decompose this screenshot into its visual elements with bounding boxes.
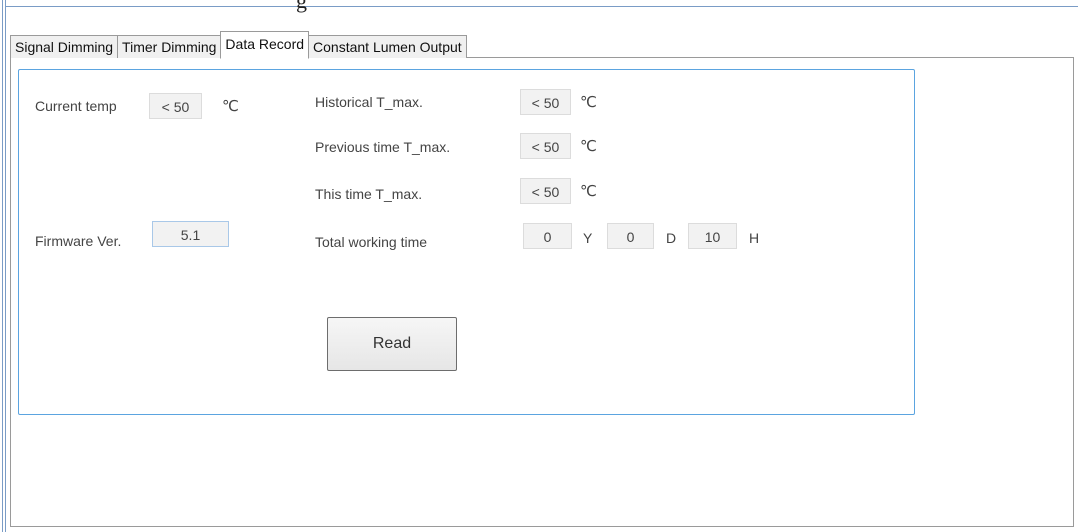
celsius-unit: ℃: [222, 98, 239, 115]
hours-unit: H: [749, 230, 760, 246]
read-button[interactable]: Read: [327, 317, 457, 371]
years-unit: Y: [583, 230, 593, 246]
window-frame-line: [5, 0, 6, 532]
this-tmax-field: < 50: [520, 178, 571, 204]
celsius-unit: ℃: [580, 183, 597, 200]
total-working-time-label: Total working time: [315, 234, 428, 250]
working-years-field: 0: [523, 223, 572, 249]
current-temp-field: < 50: [149, 93, 202, 119]
tab-bar: Signal Dimming Timer Dimming Data Record…: [10, 31, 467, 59]
current-temp-label: Current temp: [35, 98, 117, 114]
tab-signal-dimming[interactable]: Signal Dimming: [10, 35, 119, 58]
celsius-unit: ℃: [580, 94, 597, 111]
tab-constant-lumen-output[interactable]: Constant Lumen Output: [308, 35, 467, 58]
previous-tmax-field: < 50: [520, 133, 571, 159]
tab-timer-dimming[interactable]: Timer Dimming: [117, 35, 222, 58]
app-window: g Signal Dimming Timer Dimming Data Reco…: [0, 0, 1078, 532]
this-tmax-label: This time T_max.: [315, 186, 423, 202]
data-record-group: Current temp < 50 ℃ Firmware Ver. 5.1 Hi…: [18, 69, 915, 415]
working-hours-field: 10: [688, 223, 737, 249]
tab-data-record[interactable]: Data Record: [220, 31, 310, 59]
previous-tmax-label: Previous time T_max.: [315, 139, 451, 155]
working-days-field: 0: [607, 223, 654, 249]
window-top-rule: [6, 6, 1078, 7]
window-title-fragment: g: [296, 0, 307, 13]
firmware-field: 5.1: [152, 221, 229, 247]
historical-tmax-label: Historical T_max.: [315, 94, 423, 110]
window-frame-line: [2, 0, 3, 532]
days-unit: D: [666, 230, 677, 246]
historical-tmax-field: < 50: [520, 89, 571, 115]
celsius-unit: ℃: [580, 138, 597, 155]
firmware-label: Firmware Ver.: [35, 233, 122, 249]
